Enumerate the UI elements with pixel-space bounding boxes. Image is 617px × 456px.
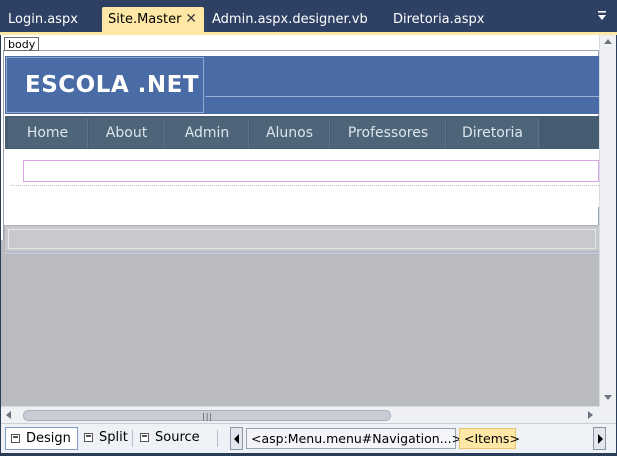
close-icon[interactable]: ✕ [185, 7, 197, 32]
menu-item-alunos[interactable]: Alunos [250, 118, 330, 148]
tab-label: Login.aspx [8, 12, 78, 27]
header-divider [205, 96, 599, 97]
footer[interactable] [4, 225, 600, 252]
tab-label: Admin.aspx.designer.vb [212, 12, 368, 27]
body-tag-label[interactable]: body [4, 37, 40, 51]
dropdown-arrow-icon[interactable] [597, 11, 607, 21]
tab-login-aspx[interactable]: Login.aspx [8, 7, 78, 32]
source-view-button[interactable]: Source [135, 427, 205, 450]
tab-diretoria-aspx[interactable]: Diretoria.aspx [393, 7, 484, 32]
menu-item-professores[interactable]: Professores [331, 118, 446, 148]
breadcrumb-back-button[interactable] [230, 427, 243, 450]
design-surface[interactable]: body ESCOLA .NET Home About Admin Alunos… [1, 35, 616, 406]
scrollbar-corner [599, 406, 616, 423]
page-bottom-border [4, 252, 600, 254]
tab-site-master[interactable]: Site.Master ✕ [102, 7, 204, 32]
separator [132, 430, 133, 447]
tab-label: Diretoria.aspx [393, 12, 485, 27]
scrollbar-thumb[interactable]: ||| [23, 410, 391, 421]
content-boundary [11, 185, 599, 186]
menu-item-admin[interactable]: Admin [166, 118, 249, 148]
breadcrumb-menu-tag[interactable]: <asp:Menu.menu#Navigation...> [246, 428, 462, 449]
grip-icon: ||| [202, 412, 214, 421]
breadcrumb-items-tag[interactable]: <Items> [459, 428, 520, 449]
view-bar: Design Split Source <asp:Menu.menu#Navig… [1, 423, 616, 453]
page-preview[interactable]: ESCOLA .NET Home About Admin Alunos Prof… [3, 50, 600, 254]
design-view-icon [11, 434, 20, 443]
view-label: Design [26, 431, 71, 446]
breadcrumb-forward-button[interactable] [593, 427, 606, 450]
navigation-menu[interactable]: Home About Admin Alunos Professores Dire… [5, 116, 599, 149]
view-label: Split [99, 430, 128, 445]
tab-label: Site.Master [108, 12, 182, 27]
document-tab-strip: Login.aspx Site.Master ✕ Admin.aspx.desi… [0, 0, 617, 34]
content-placeholder[interactable] [23, 160, 599, 182]
horizontal-scrollbar[interactable]: ||| [1, 406, 599, 423]
menu-item-about[interactable]: About [89, 118, 165, 148]
scroll-up-icon[interactable] [604, 39, 612, 44]
split-view-button[interactable]: Split [79, 427, 131, 450]
separator [217, 430, 218, 447]
view-label: Source [155, 430, 200, 445]
title-container[interactable]: ESCOLA .NET [6, 57, 204, 113]
design-view-button[interactable]: Design [5, 427, 78, 450]
scroll-left-icon[interactable] [6, 411, 11, 419]
main-content[interactable] [5, 149, 599, 207]
site-header[interactable]: ESCOLA .NET [5, 56, 599, 114]
footer-inner [8, 229, 596, 249]
vertical-scrollbar[interactable] [599, 35, 616, 406]
site-title: ESCOLA .NET [25, 72, 200, 98]
design-surface-background [1, 240, 599, 406]
scroll-right-icon[interactable] [588, 411, 593, 419]
tab-admin-designer-vb[interactable]: Admin.aspx.designer.vb [212, 7, 368, 32]
split-view-icon [84, 433, 93, 442]
menu-item-diretoria[interactable]: Diretoria [447, 118, 539, 148]
menu-item-home[interactable]: Home [8, 118, 88, 148]
source-view-icon [140, 433, 149, 442]
scroll-down-icon[interactable] [604, 395, 612, 400]
